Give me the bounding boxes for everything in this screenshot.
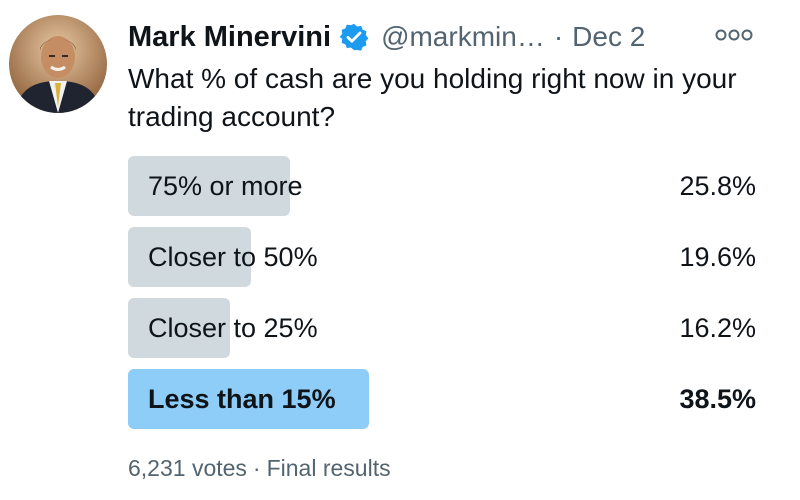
poll-option-label: Less than 15% — [148, 384, 336, 414]
poll-option-label: Closer to 25% — [148, 313, 318, 343]
author-handle[interactable]: @markmin… — [381, 21, 545, 53]
poll-option-percent: 38.5% — [679, 384, 756, 414]
poll-option-label: 75% or more — [148, 171, 303, 201]
poll-option-winner: Less than 15% 38.5% — [128, 369, 756, 429]
avatar[interactable] — [9, 15, 107, 113]
author-name[interactable]: Mark Minervini — [128, 21, 331, 54]
tweet-text: What % of cash are you holding right now… — [128, 63, 737, 132]
poll-footer: 6,231 votes · Final results — [128, 455, 391, 482]
poll-option: 75% or more 25.8% — [128, 156, 756, 216]
poll-footer-separator: · — [252, 455, 261, 481]
tweet-date[interactable]: Dec 2 — [572, 21, 645, 53]
poll-option-percent: 25.8% — [679, 171, 756, 201]
verified-badge-icon — [339, 22, 369, 52]
poll-option-percent: 16.2% — [679, 313, 756, 343]
poll-option: Closer to 50% 19.6% — [128, 227, 756, 287]
tweet-header: Mark Minervini @markmin… · Dec 2 — [128, 18, 645, 56]
more-options-icon[interactable] — [714, 24, 754, 46]
poll-option-percent: 19.6% — [679, 242, 756, 272]
poll-vote-count: 6,231 votes — [128, 455, 247, 481]
header-separator: · — [553, 21, 564, 52]
poll-option: Closer to 25% 16.2% — [128, 298, 756, 358]
poll-option-label: Closer to 50% — [148, 242, 318, 272]
poll-status: Final results — [266, 455, 391, 481]
